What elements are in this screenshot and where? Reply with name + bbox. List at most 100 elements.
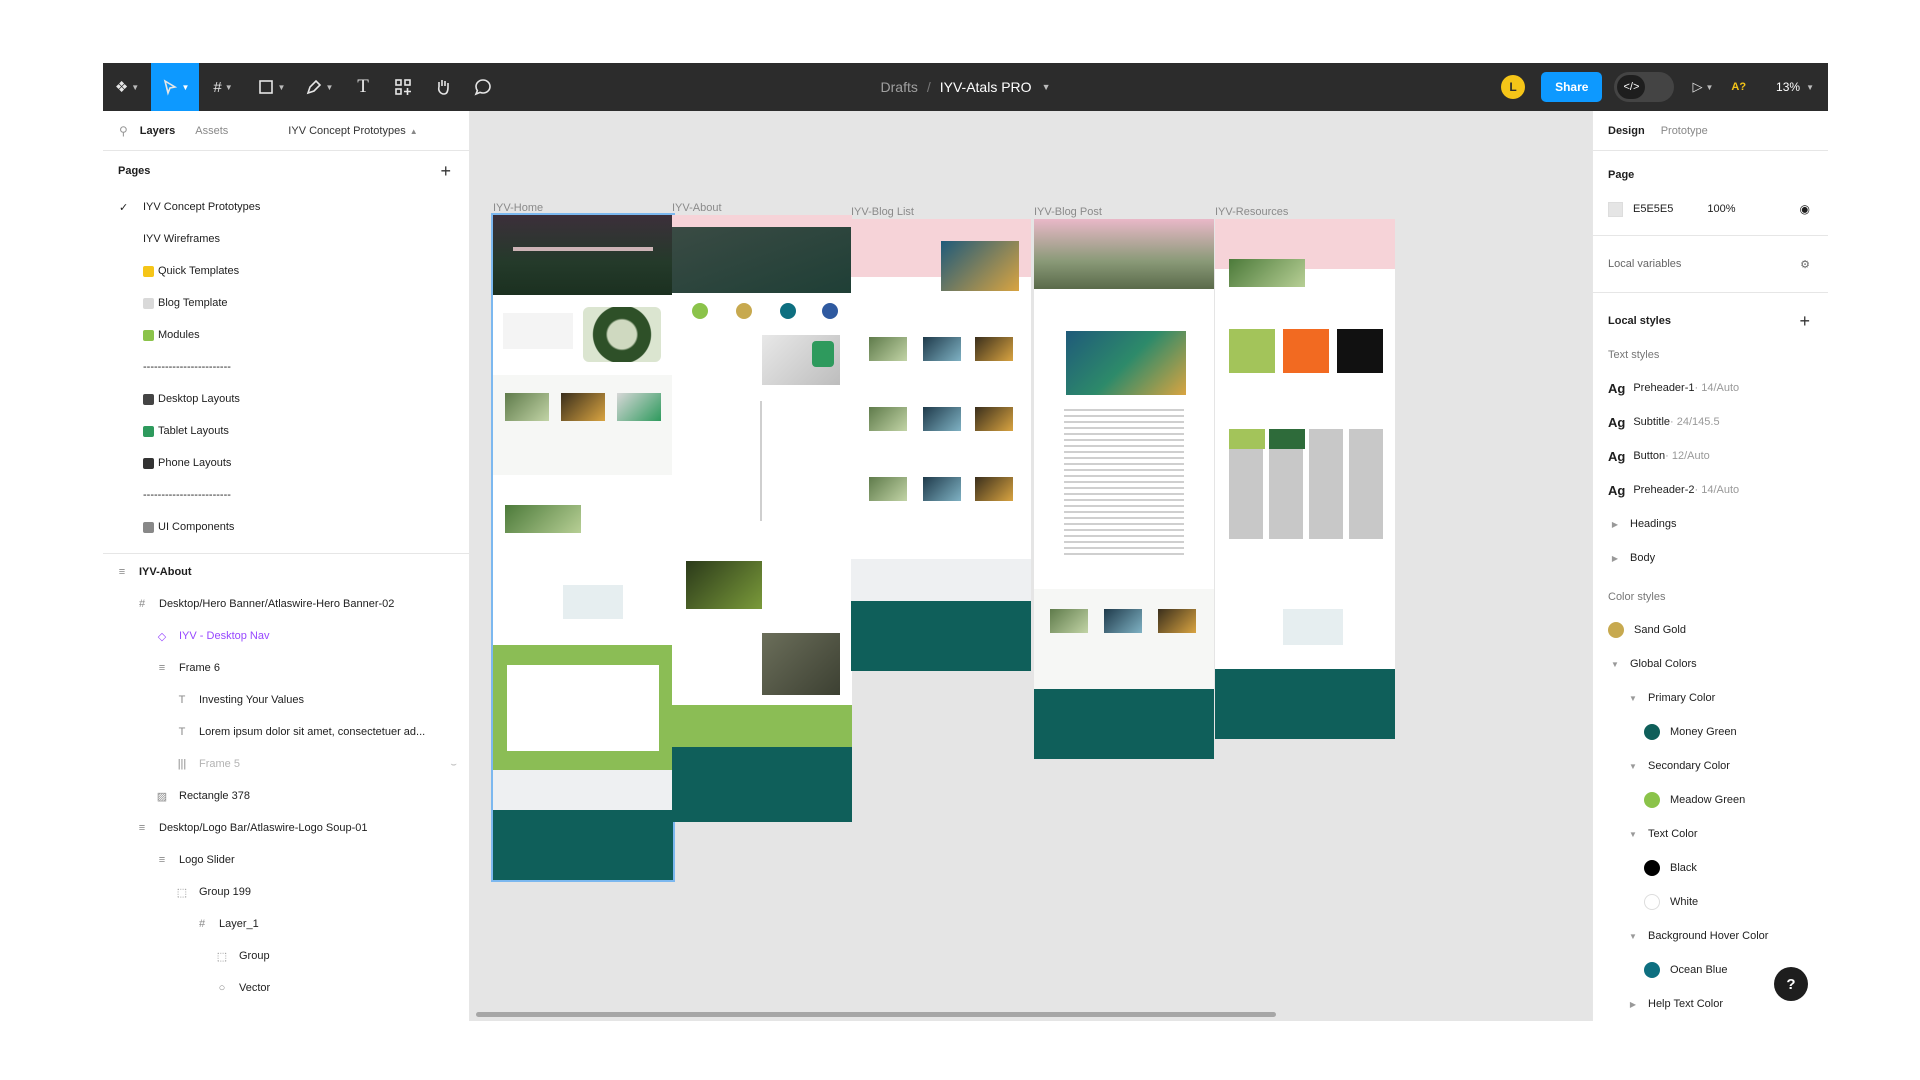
- tab-assets[interactable]: Assets: [195, 125, 228, 137]
- layer-row[interactable]: T Lorem ipsum dolor sit amet, consectetue…: [103, 716, 469, 748]
- chevron-down-icon[interactable]: ▼: [1042, 82, 1051, 92]
- present-play-icon[interactable]: ▷: [1692, 79, 1702, 95]
- text-style-group[interactable]: ▶ Headings: [1593, 507, 1828, 541]
- text-style-row[interactable]: Ag Subtitle · 24/145.5: [1593, 405, 1828, 439]
- page-item[interactable]: Desktop Layouts: [103, 383, 469, 415]
- page-picker[interactable]: IYV Concept Prototypes ▲: [288, 125, 417, 137]
- text-tool-button[interactable]: T: [343, 63, 383, 111]
- breadcrumb-drafts[interactable]: Drafts: [881, 79, 918, 95]
- eye-icon[interactable]: ◉: [1800, 202, 1810, 216]
- canvas[interactable]: IYV-Home IYV-About IYV-Blog List IYV-Blo…: [470, 111, 1592, 1021]
- layer-label: Group 199: [199, 886, 251, 898]
- layer-row[interactable]: ▨ Rectangle 378: [103, 780, 469, 812]
- investing-hero-image: [941, 241, 1019, 291]
- page-item[interactable]: ------------------------: [103, 479, 469, 511]
- color-style-row[interactable]: Money Green: [1593, 715, 1828, 749]
- layer-row[interactable]: T Investing Your Values: [103, 684, 469, 716]
- blog-thumb: [505, 393, 549, 421]
- move-tool-button[interactable]: ▼: [151, 63, 199, 111]
- layer-row[interactable]: ≡ Desktop/Logo Bar/Atlaswire-Logo Soup-01: [103, 812, 469, 844]
- color-group-row[interactable]: ▼ Primary Color: [1593, 681, 1828, 715]
- layer-row[interactable]: ◇ IYV - Desktop Nav: [103, 620, 469, 652]
- blog-thumb: [975, 407, 1013, 431]
- text-style-row[interactable]: Ag Preheader-1 · 14/Auto: [1593, 371, 1828, 405]
- page-item[interactable]: Modules: [103, 319, 469, 351]
- main-menu-button[interactable]: ❖ ▼: [103, 63, 151, 111]
- color-group-row[interactable]: ▼ Text Color: [1593, 817, 1828, 851]
- cta-image: [1283, 609, 1343, 645]
- search-icon[interactable]: ⚲: [119, 124, 128, 138]
- page-item[interactable]: ✓ IYV Concept Prototypes: [103, 191, 469, 223]
- frame-iyv-blog-post[interactable]: [1034, 219, 1214, 759]
- tab-layers[interactable]: Layers: [140, 125, 175, 137]
- page-opacity-value[interactable]: 100%: [1707, 203, 1735, 215]
- share-button[interactable]: Share: [1541, 72, 1603, 102]
- page-item[interactable]: Phone Layouts: [103, 447, 469, 479]
- page-color-value[interactable]: E5E5E5: [1633, 203, 1673, 215]
- layer-type-icon: ≡: [158, 854, 166, 866]
- text-style-meta: · 12/Auto: [1665, 450, 1710, 462]
- color-group-row[interactable]: ▼ Global Colors: [1593, 647, 1828, 681]
- page-item[interactable]: ------------------------: [103, 351, 469, 383]
- layer-row[interactable]: ≡ Logo Slider: [103, 844, 469, 876]
- add-style-button[interactable]: +: [1799, 311, 1810, 332]
- page-item[interactable]: IYV Wireframes: [103, 223, 469, 255]
- frame-iyv-home[interactable]: [491, 213, 675, 882]
- layer-row[interactable]: ≡ Frame 6: [103, 652, 469, 684]
- frame-label-about[interactable]: IYV-About: [672, 202, 722, 214]
- ai-badge[interactable]: A?: [1731, 81, 1746, 93]
- layer-row[interactable]: ⬚ Group: [103, 940, 469, 972]
- frame-iyv-about[interactable]: [672, 215, 852, 822]
- dev-mode-toggle[interactable]: </>: [1614, 72, 1675, 102]
- local-variables-row[interactable]: Local variables ⚙: [1593, 246, 1828, 282]
- footer: [851, 601, 1031, 671]
- color-group-row[interactable]: ▼ Background Hover Color: [1593, 919, 1828, 953]
- file-name[interactable]: IYV-Atals PRO: [940, 79, 1032, 95]
- text-style-row[interactable]: Ag Preheader-2 · 14/Auto: [1593, 473, 1828, 507]
- tab-prototype[interactable]: Prototype: [1661, 125, 1708, 137]
- layer-row[interactable]: # Layer_1: [103, 908, 469, 940]
- frame-label-resources[interactable]: IYV-Resources: [1215, 206, 1288, 218]
- layer-row[interactable]: ||| Frame 5 ⌣: [103, 748, 469, 780]
- layer-row[interactable]: # Desktop/Hero Banner/Atlaswire-Hero Bann…: [103, 588, 469, 620]
- page-color-swatch[interactable]: [1608, 201, 1623, 217]
- help-button[interactable]: ?: [1774, 967, 1808, 1001]
- page-item[interactable]: UI Components: [103, 511, 469, 543]
- page-item[interactable]: Quick Templates: [103, 255, 469, 287]
- chevron-down-icon[interactable]: ▼: [1705, 83, 1713, 92]
- frame-label-home[interactable]: IYV-Home: [493, 202, 543, 214]
- horizontal-scrollbar[interactable]: [476, 1012, 1276, 1017]
- text-style-group[interactable]: ▶ Body: [1593, 541, 1828, 575]
- user-avatar[interactable]: L: [1501, 75, 1526, 99]
- frame-tool-button[interactable]: # ▼: [199, 63, 247, 111]
- pen-tool-button[interactable]: ▼: [295, 63, 343, 111]
- resources-tool-button[interactable]: [383, 63, 423, 111]
- hand-tool-button[interactable]: [423, 63, 463, 111]
- color-style-row[interactable]: Meadow Green: [1593, 783, 1828, 817]
- frame-iyv-blog-list[interactable]: [851, 219, 1031, 671]
- color-style-name: Sand Gold: [1634, 624, 1686, 636]
- color-style-row[interactable]: Black: [1593, 851, 1828, 885]
- layer-row[interactable]: ≡ IYV-About: [103, 556, 469, 588]
- chevron-down-icon: ▼: [1629, 693, 1637, 703]
- tab-design[interactable]: Design: [1608, 125, 1645, 137]
- chevron-down-icon[interactable]: ▼: [1806, 83, 1814, 92]
- page-item[interactable]: Blog Template: [103, 287, 469, 319]
- text-style-row[interactable]: Ag Button · 12/Auto: [1593, 439, 1828, 473]
- layer-row[interactable]: ⬚ Group 199: [103, 876, 469, 908]
- layer-row[interactable]: ○ Vector: [103, 972, 469, 1004]
- color-style-row[interactable]: Sand Gold: [1593, 613, 1828, 647]
- page-item[interactable]: Tablet Layouts: [103, 415, 469, 447]
- add-page-button[interactable]: +: [440, 161, 451, 182]
- shape-tool-button[interactable]: ▼: [247, 63, 295, 111]
- faq-card: [507, 665, 659, 751]
- frame-label-blog-post[interactable]: IYV-Blog Post: [1034, 206, 1102, 218]
- color-style-row[interactable]: White: [1593, 885, 1828, 919]
- color-group-row[interactable]: ▼ Secondary Color: [1593, 749, 1828, 783]
- hidden-eye-icon[interactable]: ⌣: [450, 759, 457, 770]
- variables-settings-icon[interactable]: ⚙: [1800, 258, 1810, 271]
- frame-label-blog-list[interactable]: IYV-Blog List: [851, 206, 914, 218]
- frame-iyv-resources[interactable]: [1215, 219, 1395, 739]
- zoom-level[interactable]: 13%: [1776, 80, 1800, 94]
- comment-tool-button[interactable]: [463, 63, 503, 111]
